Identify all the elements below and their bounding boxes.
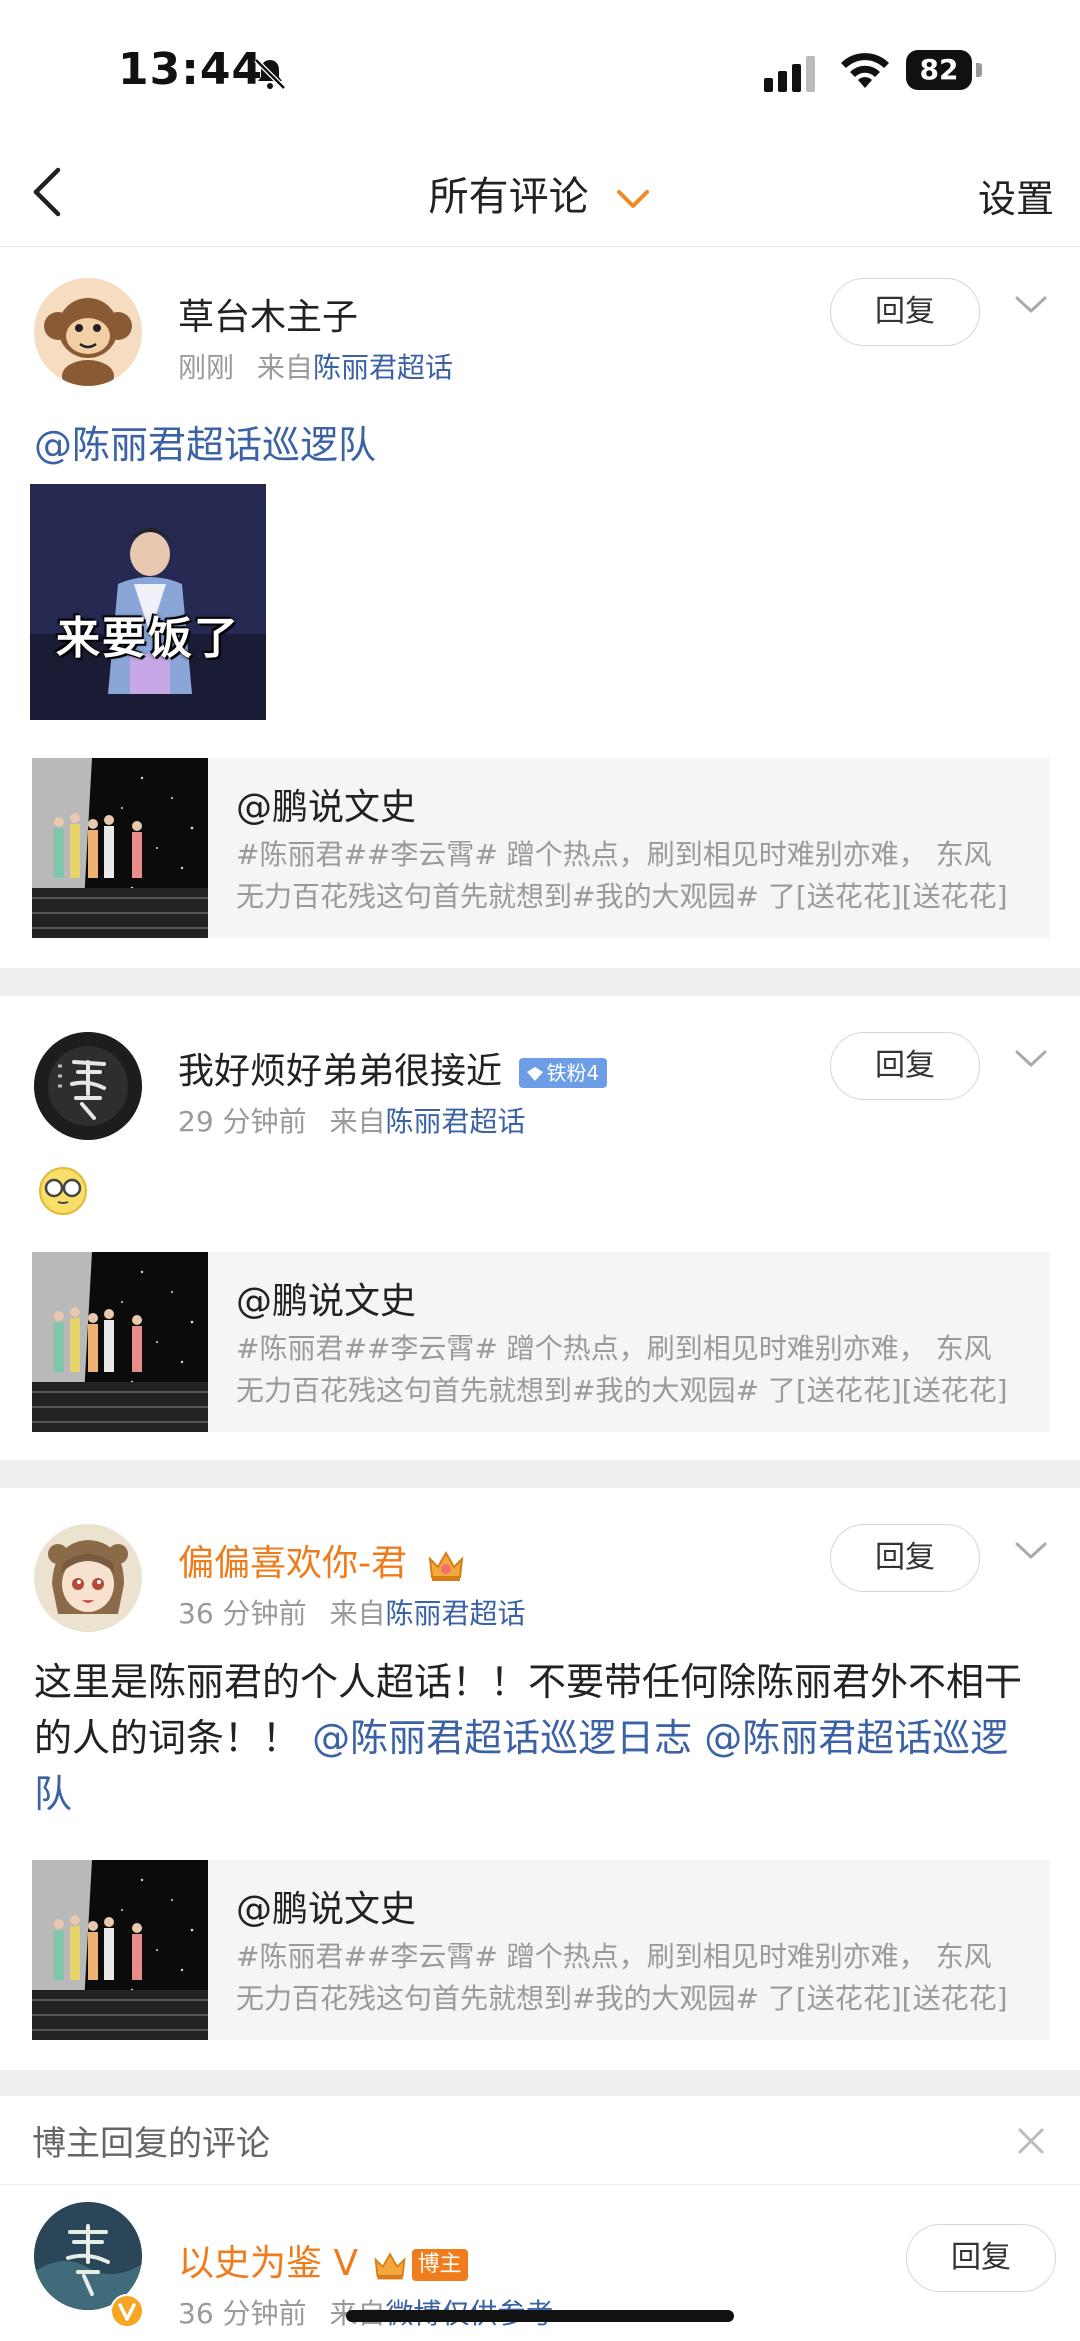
top-nav-bar: 所有评论 设置 [0,140,1080,247]
close-icon[interactable] [1016,2126,1046,2156]
comment-text: 这里是陈丽君的个人超话！！不要带任何除陈丽君外不相干的人的词条！！ @陈丽君超话… [34,1654,1046,1822]
quoted-post-line1: #陈丽君##李云霄# 蹭个热点，刷到相见时难别亦难， 东风 [236,1332,992,1365]
battery-indicator: 82 [906,50,984,92]
owner-replies-label: 博主回复的评论 [32,2124,270,2164]
monkey-avatar-icon [34,278,142,386]
battery-level: 82 [906,50,972,90]
comment-time: 29 分钟前 [178,1105,307,1138]
quoted-post-line2: 无力百花残这句首先就想到#我的大观园# 了[送花花][送花花] [236,1982,1008,2015]
host-badge: 博主 [411,2249,468,2281]
source-link[interactable]: 陈丽君超话 [313,351,453,384]
mention-link[interactable]: @陈丽君超话巡逻日志 [312,1716,692,1760]
crown-badge-icon [429,1550,464,1581]
quoted-post-card[interactable]: @鹏说文史 #陈丽君##李云霄# 蹭个热点，刷到相见时难别亦难， 东风 无力百花… [32,1860,1050,2040]
quoted-post-text: #陈丽君##李云霄# 蹭个热点，刷到相见时难别亦难， 东风 无力百花残这句首先就… [236,1328,1036,1412]
chevron-down-icon [617,190,650,208]
anime-girl-avatar-icon [34,1524,142,1632]
quoted-post-thumbnail [32,758,208,938]
quoted-post-text: #陈丽君##李云霄# 蹭个热点，刷到相见时难别亦难， 东风 无力百花残这句首先就… [236,1936,1036,2020]
verified-badge-icon [110,2294,144,2328]
comment-time: 刚刚 [178,351,235,384]
username-text: 偏偏喜欢你-君 [178,1543,407,1584]
quoted-post-author: @鹏说文史 [236,1889,417,1930]
quoted-post-card[interactable]: @鹏说文史 #陈丽君##李云霄# 蹭个热点，刷到相见时难别亦难， 东风 无力百花… [32,758,1050,938]
comment-image[interactable]: 来要饭了 [30,484,266,720]
status-time: 13:44 [118,44,264,95]
reply-button[interactable]: 回复 [830,1032,980,1100]
quoted-post-author: @鹏说文史 [236,787,417,828]
wifi-icon [841,53,889,88]
avatar[interactable] [34,1524,142,1632]
comment-time: 36 分钟前 [178,2297,307,2330]
quoted-post-thumbnail [32,1860,208,2040]
quoted-post-author: @鹏说文史 [236,1281,417,1322]
expand-chevron-icon[interactable] [1014,1540,1048,1562]
username[interactable]: 草台木主子 [178,288,358,340]
source-link[interactable]: 陈丽君超话 [385,1105,525,1138]
status-bar: 13:44 82 [0,0,1080,140]
quoted-post-line2: 无力百花残这句首先就想到#我的大观园# 了[送花花][送花花] [236,880,1008,913]
source-link[interactable]: 陈丽君超话 [385,1597,525,1630]
section-divider [0,968,1080,996]
comment-meta: 36 分钟前 来自陈丽君超话 [178,1592,525,1632]
cellular-signal-icon [764,56,815,92]
quoted-post-text: #陈丽君##李云霄# 蹭个热点，刷到相见时难别亦难， 东风 无力百花残这句首先就… [236,834,1036,918]
verified-v: V [333,2243,359,2284]
bell-muted-icon [254,58,286,90]
glasses-emoji-icon [39,1167,87,1215]
reply-button[interactable]: 回复 [906,2224,1056,2292]
fan-level-text: 铁粉4 [546,1061,600,1085]
page-title: 所有评论 [428,174,589,220]
image-caption: 来要饭了 [56,613,240,664]
fan-level-badge: 铁粉4 [519,1058,608,1088]
section-divider [0,2070,1080,2096]
expand-chevron-icon[interactable] [1014,294,1048,316]
home-indicator[interactable] [346,2310,734,2322]
reply-button[interactable]: 回复 [830,1524,980,1592]
quoted-post-thumbnail [32,1252,208,1432]
comment-time: 36 分钟前 [178,1597,307,1630]
quoted-post-line1: #陈丽君##李云霄# 蹭个热点，刷到相见时难别亦难， 东风 [236,838,992,871]
reply-button[interactable]: 回复 [830,278,980,346]
comment-meta: 刚刚 来自陈丽君超话 [178,346,453,386]
username-text: 我好烦好弟弟很接近 [178,1051,503,1092]
settings-button[interactable]: 设置 [978,168,1054,223]
diamond-icon [527,1067,544,1081]
source-prefix: 来自 [329,1597,386,1630]
battery-cap [976,63,982,77]
quoted-post-line2: 无力百花残这句首先就想到#我的大观园# 了[送花花][送花花] [236,1374,1008,1407]
quoted-post-line1: #陈丽君##李云霄# 蹭个热点，刷到相见时难别亦难， 东风 [236,1940,992,1973]
quoted-post-card[interactable]: @鹏说文史 #陈丽君##李云霄# 蹭个热点，刷到相见时难别亦难， 东风 无力百花… [32,1252,1050,1432]
avatar[interactable] [34,278,142,386]
comment-meta: 29 分钟前 来自陈丽君超话 [178,1100,525,1140]
expand-chevron-icon[interactable] [1014,1048,1048,1070]
source-prefix: 来自 [329,1105,386,1138]
source-prefix: 来自 [256,351,313,384]
section-divider [0,1460,1080,1488]
avatar[interactable] [34,1032,142,1140]
username[interactable]: 我好烦好弟弟很接近 铁粉4 [178,1042,608,1094]
username[interactable]: 以史为鉴 V 博主 [178,2234,468,2286]
username[interactable]: 偏偏喜欢你-君 [178,1534,466,1586]
calligraphy-avatar-icon [34,1032,142,1140]
mention-link[interactable]: @陈丽君超话巡逻队 [34,414,376,469]
comment-filter-dropdown[interactable]: 所有评论 [0,164,1080,222]
username-text: 以史为鉴 [178,2243,323,2284]
crown-badge-icon [373,2252,406,2280]
owner-replies-header: 博主回复的评论 [0,2096,1080,2185]
